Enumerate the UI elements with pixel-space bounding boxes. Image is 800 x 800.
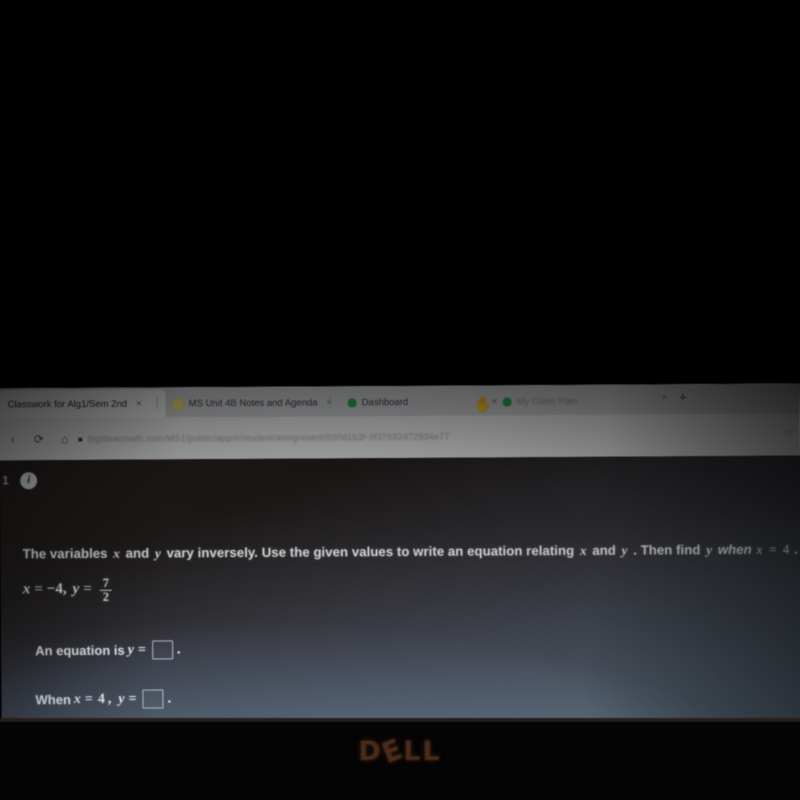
math-eq-sign: = [128, 691, 137, 707]
math-eq-sign: = [83, 580, 92, 597]
back-button[interactable]: ‹ [0, 432, 26, 446]
comma: , [107, 691, 112, 707]
math-var-y: y [706, 542, 713, 558]
math-var-y: y [72, 580, 80, 597]
period: . [794, 542, 798, 558]
math-eq-sign: = [137, 642, 146, 658]
math-var-x: x [22, 581, 31, 598]
math-var-x: x [113, 545, 120, 561]
question-prompt: The variables x and y vary inversely. Us… [23, 542, 798, 564]
math-var-y: y [154, 545, 161, 561]
given-values: x = −4, y = 7 2 [22, 575, 113, 604]
browser-tab-2[interactable]: MS Unit 4B Notes and Agenda × [165, 388, 341, 417]
prompt-segment: . Then find [633, 542, 701, 558]
new-tab-button[interactable]: + [679, 389, 688, 406]
green-leaf-icon [502, 396, 512, 406]
math-var-x: x [756, 541, 763, 557]
browser-tab-1[interactable]: Classwork for Alg1/Sem 2nd × [0, 389, 166, 419]
answer-row-value: When x = 4 , y = . [35, 689, 171, 709]
fraction-numerator: 7 [102, 575, 109, 590]
doc-icon [172, 397, 184, 409]
math-value: 4 [97, 691, 105, 707]
math-value: 4 [782, 541, 790, 557]
tab-title: Classwork for Alg1/Sem 2nd [7, 398, 128, 410]
mouse-cursor-icon: ✋ [473, 396, 493, 414]
browser-tab-4[interactable]: × My Class Plan [480, 386, 686, 415]
green-leaf-icon [347, 397, 357, 407]
tab-title: My Class Plan [516, 395, 578, 407]
math-eq-sign: = [34, 580, 43, 597]
period: . [167, 690, 172, 706]
period: . [176, 641, 181, 657]
info-icon[interactable]: i [20, 472, 38, 490]
math-var-y: y [621, 542, 628, 558]
browser-tabstrip: Classwork for Alg1/Sem 2nd × MS Unit 4B … [0, 383, 800, 419]
math-var-y: y [127, 642, 134, 658]
browser-chrome: Classwork for Alg1/Sem 2nd × MS Unit 4B … [0, 383, 800, 461]
url-text: bigideasmath.com/MS1/public/app/#/studen… [87, 431, 450, 444]
reload-button[interactable]: ⟳ [26, 432, 52, 446]
prompt-segment: The variables [22, 545, 108, 562]
prompt-segment: and [125, 545, 150, 561]
letterbox-top [0, 0, 800, 192]
math-var-x: x [73, 691, 81, 707]
tab-title: MS Unit 4B Notes and Agenda [188, 397, 318, 409]
screen-area: Classwork for Alg1/Sem 2nd × MS Unit 4B … [0, 191, 800, 800]
prompt-segment: vary inversely. Use the given values to … [166, 542, 575, 561]
browser-urlbar-row: ‹ ⟳ ⌂ ■ bigideasmath.com/MS1/public/app/… [0, 413, 800, 461]
math-eq-sign: = [84, 691, 93, 707]
tab-separator [156, 395, 158, 410]
tab-close-icon[interactable]: × [662, 392, 668, 403]
fraction-seven-halves: 7 2 [99, 575, 113, 604]
math-var-x: x [579, 542, 587, 558]
prompt-segment: and [592, 542, 616, 558]
address-bar[interactable]: ■ bigideasmath.com/MS1/public/app/#/stud… [78, 424, 780, 449]
math-eq-sign: = [768, 541, 778, 557]
bookmark-star-icon[interactable]: ☆ [784, 427, 794, 440]
tab-close-icon[interactable]: × [136, 398, 142, 409]
monitor-photo: Classwork for Alg1/Sem 2nd × MS Unit 4B … [0, 0, 800, 800]
lock-icon: ■ [77, 434, 83, 444]
math-value-x: −4, [46, 580, 67, 597]
math-var-y: y [118, 691, 125, 707]
tab-separator [329, 394, 331, 409]
prompt-segment: when [717, 541, 752, 558]
question-number: 1 [2, 473, 9, 488]
tab-title: Dashboard [361, 396, 409, 408]
home-button[interactable]: ⌂ [52, 432, 78, 446]
answer-input-equation[interactable] [151, 640, 173, 660]
answer-row-equation: An equation is y = . [35, 640, 180, 660]
answer-label: When [35, 692, 71, 708]
dell-logo: DELL [0, 733, 800, 771]
fraction-denominator: 2 [99, 589, 113, 604]
question-header: 1 i [0, 466, 800, 497]
question-body: The variables x and y vary inversely. Us… [1, 542, 800, 709]
answer-input-value[interactable] [142, 689, 164, 709]
answer-label: An equation is [35, 642, 125, 659]
